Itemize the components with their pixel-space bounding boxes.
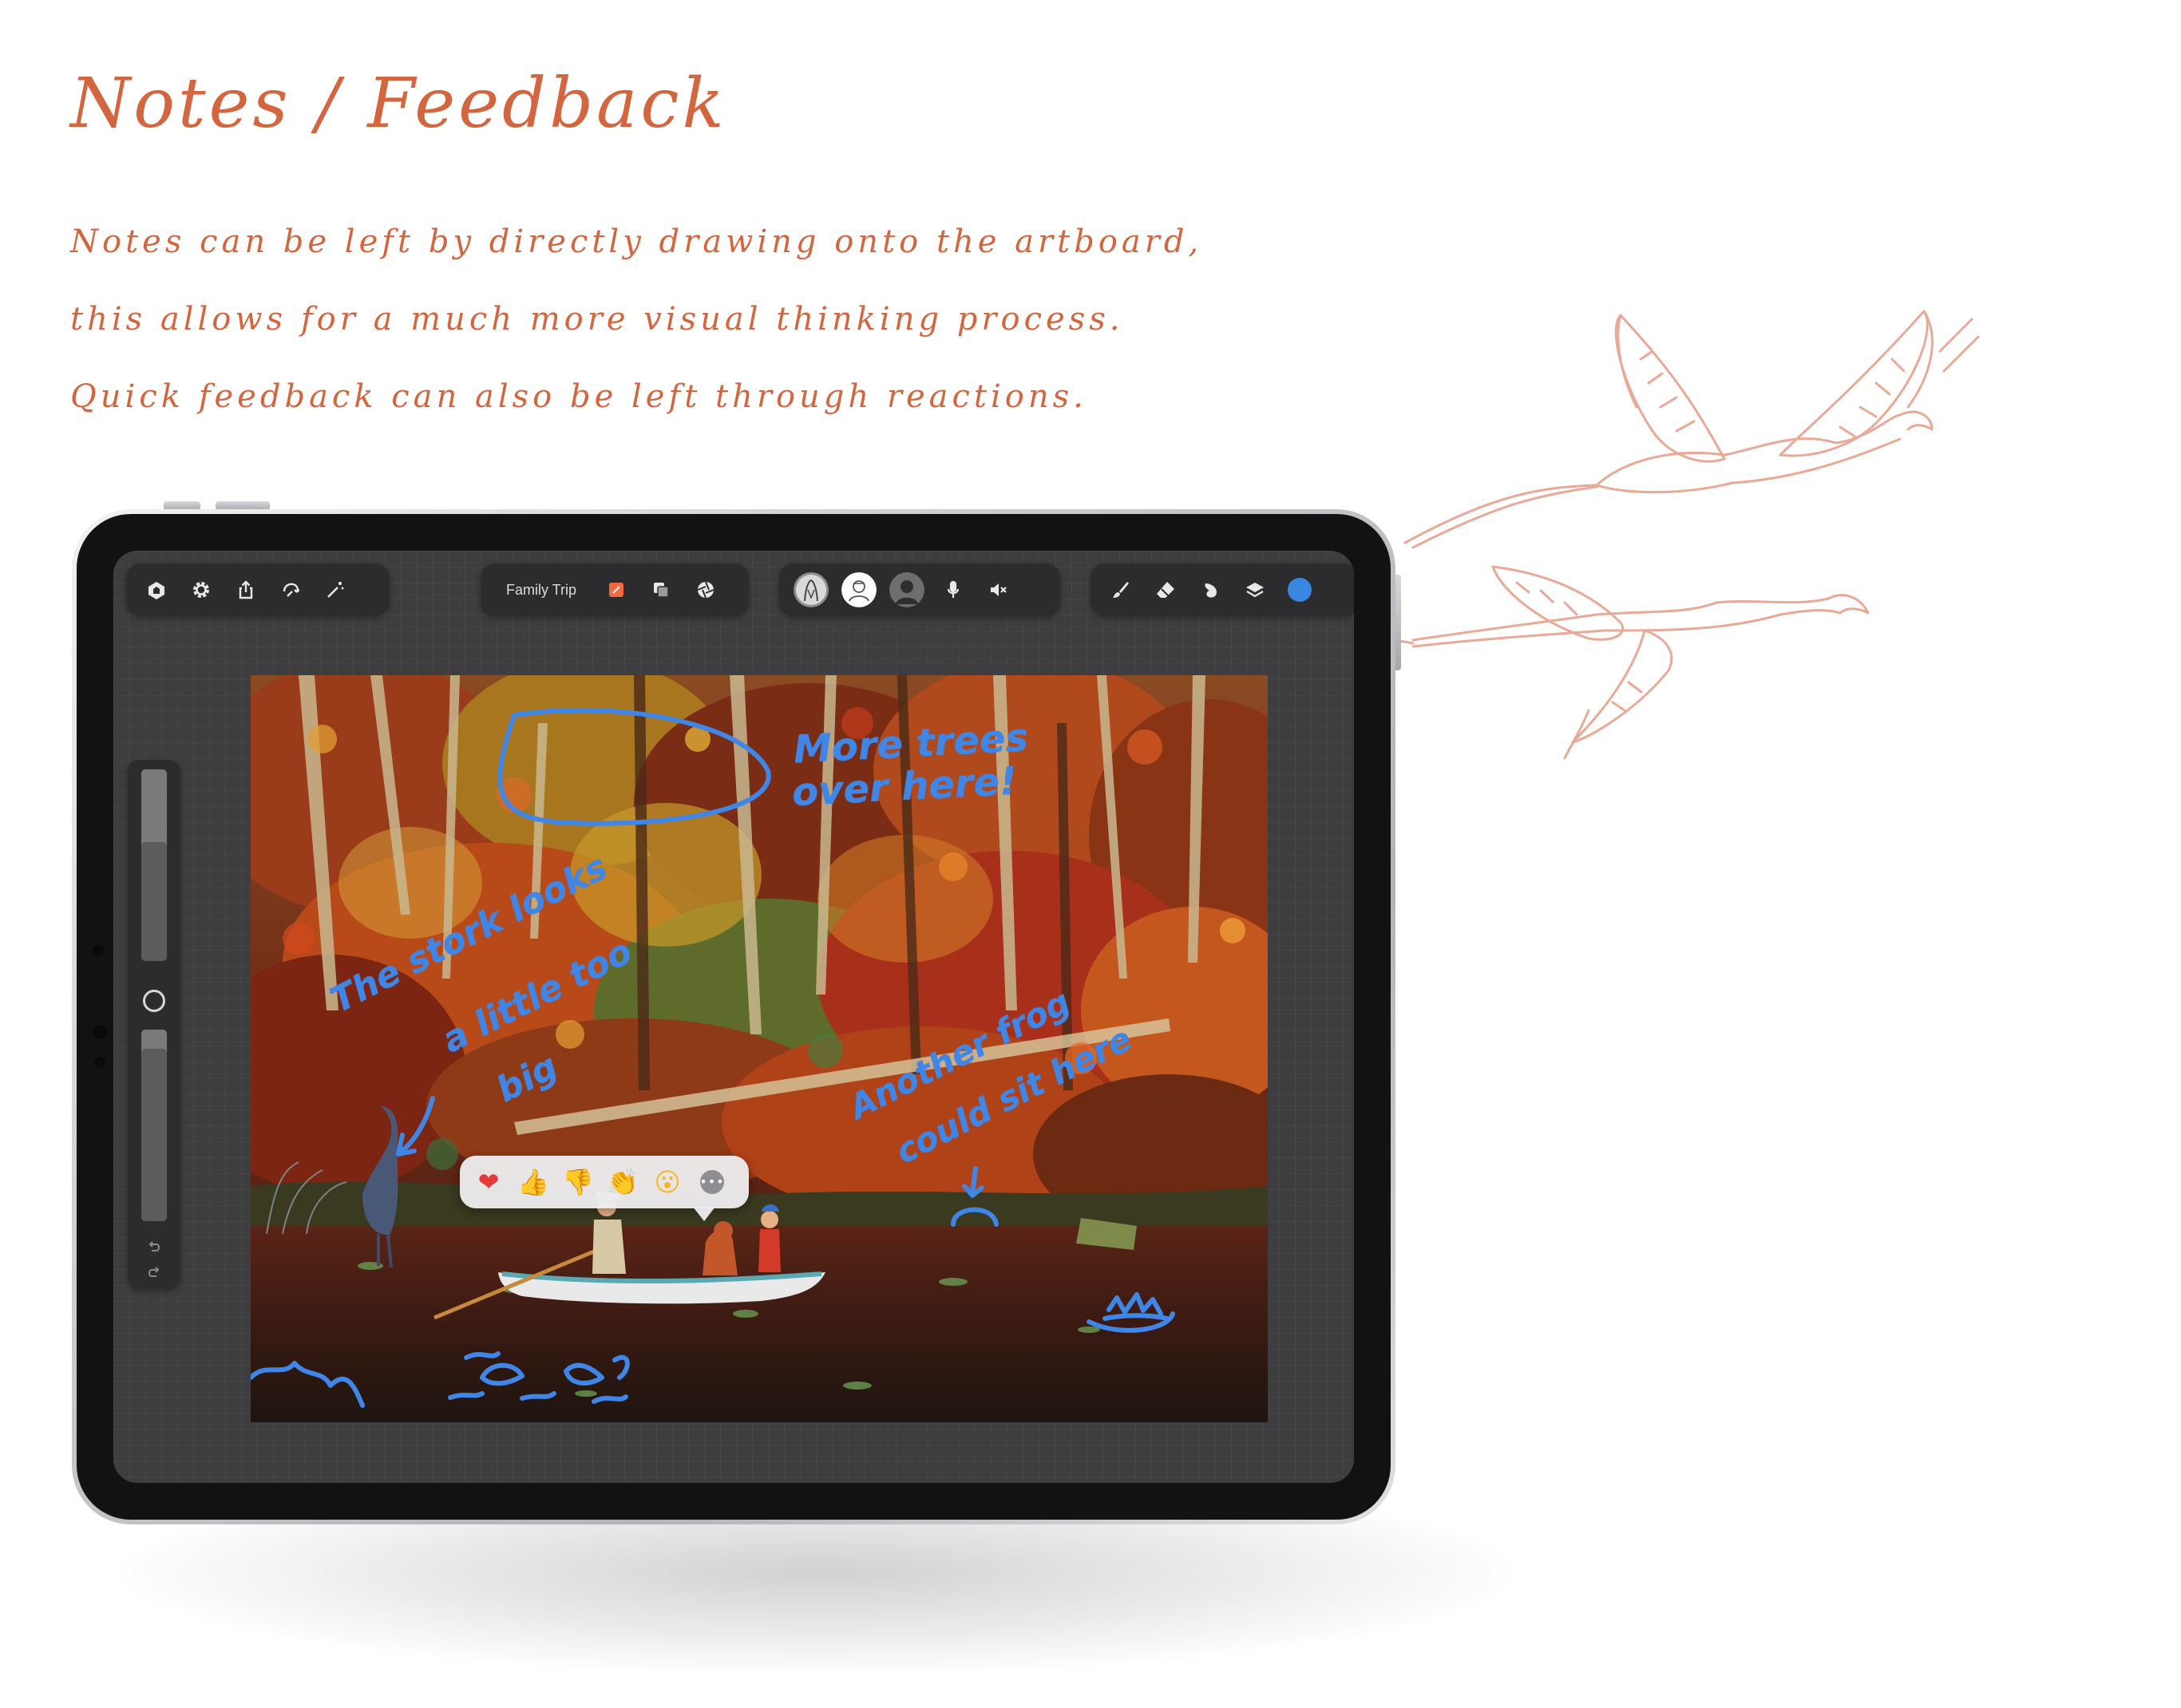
sensor xyxy=(94,1057,105,1068)
aperture-icon[interactable] xyxy=(683,567,728,612)
sensor xyxy=(93,1025,107,1039)
frog-scribble-right xyxy=(1087,1292,1175,1333)
tree-circle-annotation xyxy=(497,707,771,826)
toolbar-document-group: Family Trip xyxy=(481,563,749,616)
microphone-icon[interactable] xyxy=(931,567,976,612)
redo-button[interactable] xyxy=(143,1261,165,1283)
color-picker[interactable] xyxy=(1277,567,1322,612)
description-line-1: Notes can be left by directly drawing on… xyxy=(70,223,1203,260)
reaction-heart[interactable]: ❤ xyxy=(466,1160,511,1204)
ipad-device: Family Trip More trees over here! The st… xyxy=(72,509,1395,1524)
toolbar-left-group xyxy=(126,563,390,616)
toolbar-collaboration-group xyxy=(779,563,1060,616)
more-icon: ••• xyxy=(699,1170,724,1194)
toolbar-tools-group xyxy=(1090,563,1354,616)
modify-button[interactable] xyxy=(143,990,165,1012)
stork-arrow-annotation xyxy=(396,1096,435,1156)
reaction-thumbs-down[interactable]: 👎 xyxy=(556,1160,600,1204)
brush-size-fill xyxy=(141,842,167,961)
settings-icon[interactable] xyxy=(179,567,224,612)
share-icon[interactable] xyxy=(224,567,268,612)
description-line-2: this allows for a much more visual think… xyxy=(70,301,1124,338)
app-screen: Family Trip More trees over here! The st… xyxy=(113,551,1354,1483)
front-camera xyxy=(93,945,104,956)
collaborator-avatar-3[interactable] xyxy=(889,572,924,607)
document-icon[interactable] xyxy=(594,567,639,612)
brush-size-slider[interactable] xyxy=(141,769,167,961)
transform-icon[interactable] xyxy=(268,567,313,612)
eraser-icon[interactable] xyxy=(1143,567,1188,612)
gallery-icon[interactable] xyxy=(134,567,179,612)
opacity-fill xyxy=(141,1049,167,1221)
smudge-icon[interactable] xyxy=(1188,567,1233,612)
current-color-swatch xyxy=(1288,578,1312,602)
frog-spot-annotation xyxy=(951,1207,999,1227)
frog-arrow-annotation xyxy=(962,1166,984,1198)
magic-wand-icon[interactable] xyxy=(313,567,358,612)
collaborator-avatar-1[interactable] xyxy=(794,572,829,607)
collaborator-avatar-2[interactable] xyxy=(841,572,877,607)
document-name[interactable]: Family Trip xyxy=(489,582,594,599)
undo-button[interactable] xyxy=(143,1236,165,1258)
reactions-popover: ❤ 👍 👎 👏 😮 ••• xyxy=(460,1156,749,1221)
ipad-bezel: Family Trip More trees over here! The st… xyxy=(77,514,1391,1520)
reaction-thumbs-up[interactable]: 👍 xyxy=(511,1160,556,1204)
reaction-clap[interactable]: 👏 xyxy=(600,1160,645,1204)
artboard-canvas[interactable]: More trees over here! The stork looks a … xyxy=(251,675,1268,1422)
page-title: Notes / Feedback xyxy=(70,64,727,144)
squiggle-bottom-left xyxy=(251,1361,365,1408)
opacity-slider[interactable] xyxy=(141,1030,167,1221)
speaker-muted-icon[interactable] xyxy=(976,567,1020,612)
reaction-more-button[interactable]: ••• xyxy=(690,1160,734,1204)
sidebar-sliders xyxy=(128,760,180,1290)
brush-icon[interactable] xyxy=(1098,567,1143,612)
flamingo-sketch-illustration xyxy=(1381,310,1980,760)
reaction-wow[interactable]: 😮 xyxy=(645,1160,690,1204)
squiggle-bottom-middle xyxy=(448,1351,630,1404)
description-line-3: Quick feedback can also be left through … xyxy=(70,378,1087,415)
layers-icon[interactable] xyxy=(1233,567,1277,612)
description: Notes can be left by directly drawing on… xyxy=(70,204,1348,436)
layers-copy-icon[interactable] xyxy=(639,567,683,612)
